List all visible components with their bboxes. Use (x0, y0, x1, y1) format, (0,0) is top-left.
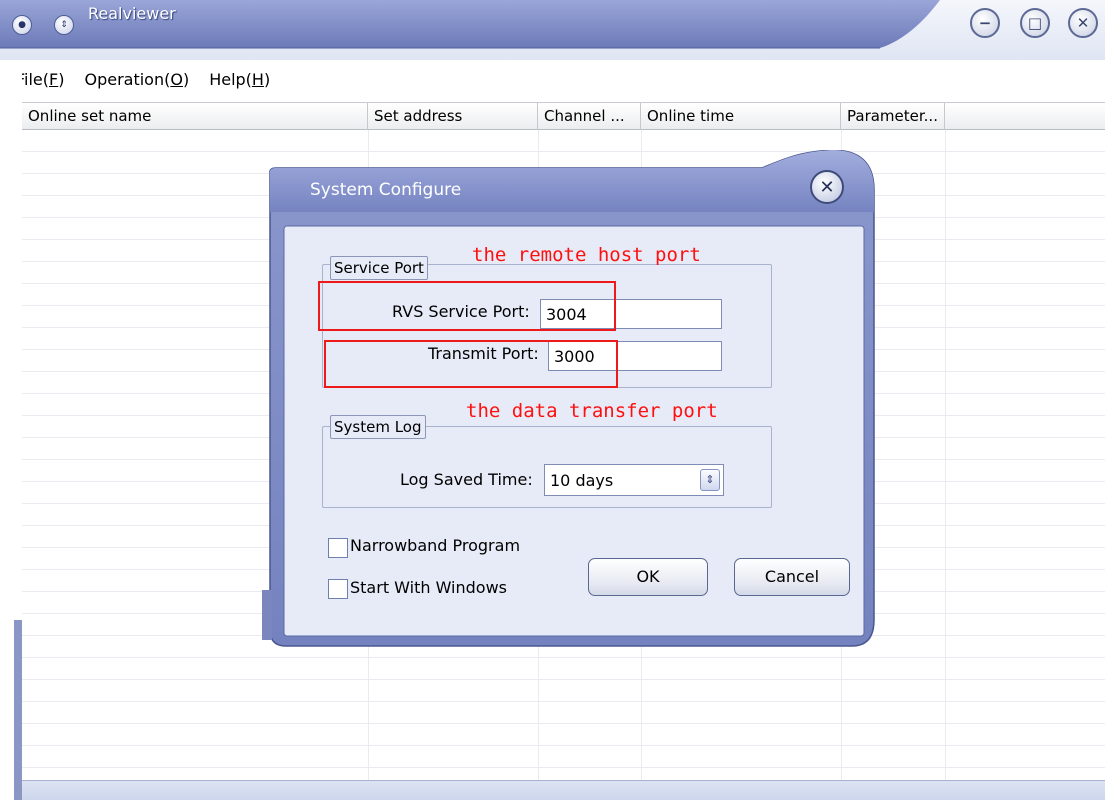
title-bar[interactable]: ● ⇕ Realviewer − □ ✕ (0, 0, 1105, 60)
menu-help[interactable]: Help(H) (209, 70, 270, 89)
column-divider (945, 130, 946, 780)
annotation-data-transfer-port: the data transfer port (466, 400, 718, 422)
start-with-windows-label[interactable]: Start With Windows (350, 578, 507, 597)
dialog-close-button[interactable]: ✕ (810, 170, 844, 204)
annotation-remote-host-port: the remote host port (472, 244, 701, 266)
close-button[interactable]: ✕ (1068, 8, 1098, 38)
log-saved-time-value: 10 days (550, 471, 614, 490)
column-channel[interactable]: Channel ... (538, 103, 641, 130)
column-online-time[interactable]: Online time (641, 103, 841, 130)
ok-button[interactable]: OK (588, 558, 708, 596)
spinner-icon[interactable]: ⇕ (700, 469, 720, 491)
dialog-title: System Configure (310, 180, 462, 200)
system-configure-dialog: System Configure ✕ Service Port RVS Serv… (262, 150, 878, 652)
narrowband-label[interactable]: Narrowband Program (350, 536, 520, 555)
system-menu-icon[interactable]: ● (12, 15, 32, 35)
menu-bar: File(F) Operation(O) Help(H) (16, 64, 270, 94)
start-with-windows-checkbox[interactable] (328, 579, 348, 599)
highlight-transmit-port (324, 340, 618, 388)
column-parameter[interactable]: Parameter... (841, 103, 945, 130)
rollup-icon[interactable]: ⇕ (54, 15, 74, 35)
log-saved-time-select[interactable]: 10 days ⇕ (544, 464, 724, 496)
left-edge (0, 60, 22, 800)
minimize-button[interactable]: − (970, 8, 1000, 38)
system-log-group-label: System Log (330, 415, 426, 439)
status-bar (22, 780, 1105, 800)
log-saved-time-label: Log Saved Time: (400, 470, 533, 489)
menu-operation[interactable]: Operation(O) (84, 70, 189, 89)
narrowband-checkbox[interactable] (328, 538, 348, 558)
service-port-group-label: Service Port (330, 256, 428, 280)
highlight-rvs-port (318, 281, 616, 331)
maximize-button[interactable]: □ (1020, 8, 1050, 38)
list-header: Online set name Set address Channel ... … (22, 102, 1105, 130)
menu-file[interactable]: File(F) (16, 70, 64, 89)
column-online-set-name[interactable]: Online set name (22, 103, 368, 130)
window-title: Realviewer (88, 4, 176, 23)
column-set-address[interactable]: Set address (368, 103, 538, 130)
cancel-button[interactable]: Cancel (734, 558, 850, 596)
